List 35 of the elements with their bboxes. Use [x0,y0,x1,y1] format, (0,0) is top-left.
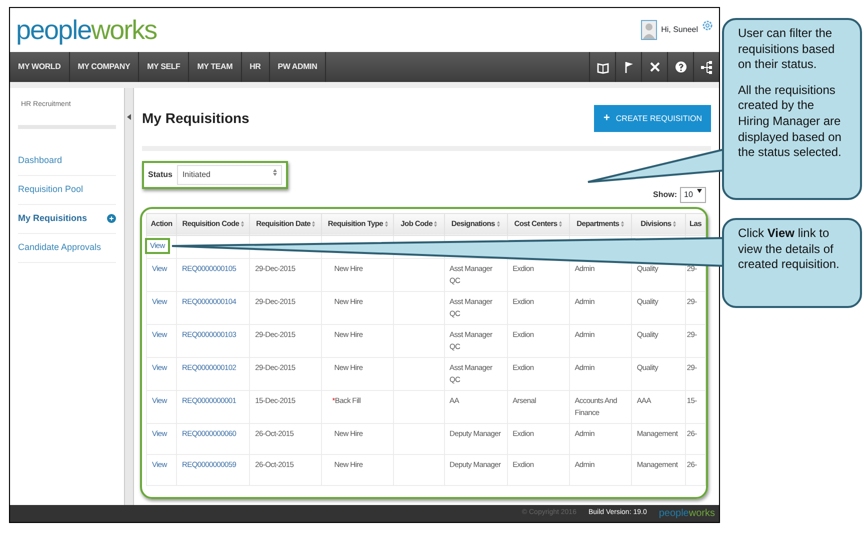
show-label: Show: [653,188,677,200]
sort-icon [496,221,500,228]
sort-icon [312,221,316,228]
sort-icon [384,221,388,228]
callout-text: User can filter the requisitions based on their status. [738,26,836,73]
flag-icon[interactable] [622,60,634,74]
avatar-icon [641,20,658,40]
logo: peopleworks [16,16,157,44]
plus-circle-icon [107,214,116,223]
logo: peopleworks [658,507,715,521]
sort-icon [620,221,624,228]
sidebar-item[interactable]: Dashboard [18,146,116,176]
sort-icon [434,221,438,228]
status-dropdown[interactable]: Initiated [177,164,282,184]
sidebar-item[interactable]: Requisition Pool [18,176,116,204]
callout-text: All the requisitions created by the Hiring Manager are displayed based on the status selected. [738,82,842,161]
sidebar-item[interactable]: My Requisitions [18,204,116,234]
settings-icon[interactable] [702,20,713,31]
callout-text: Click View link to view the details of created requisition. [738,226,840,273]
sort-icon [673,221,676,228]
sort-caret-icon [273,168,278,176]
page-size-dropdown[interactable]: 10 [680,186,706,202]
collapse-icon[interactable] [127,114,132,120]
book-icon[interactable] [596,60,608,74]
sidebar-item[interactable]: Candidate Approvals [18,234,116,262]
sort-icon [559,221,562,228]
tools-icon[interactable] [648,60,660,74]
sort-icon [240,221,244,228]
caret-icon [697,188,702,192]
status-label: Status [148,168,172,180]
user-greeting[interactable]: Hi, Suneel [661,24,698,36]
hierarchy-icon[interactable] [700,60,712,74]
help-icon[interactable] [674,60,686,74]
page-title: My Requisitions [142,108,250,128]
create-requisition-button[interactable]: + CREATE REQUISITION [594,105,711,132]
